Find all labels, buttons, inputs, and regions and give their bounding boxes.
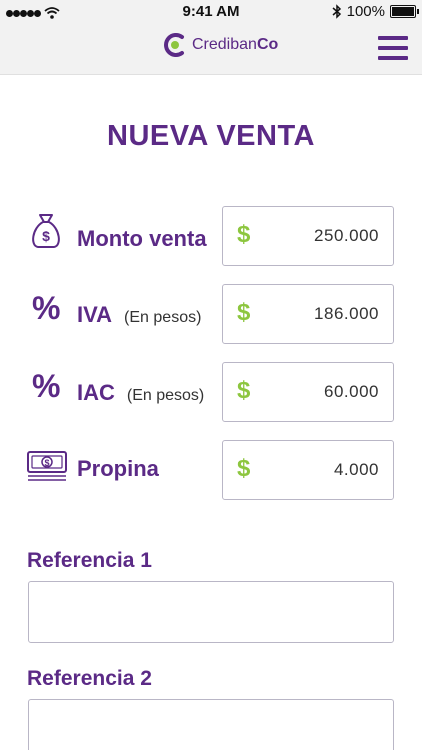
svg-text:$: $ (42, 228, 50, 244)
status-right-group: 100% (332, 3, 419, 20)
referencia-2-label: Referencia 2 (27, 667, 152, 690)
referencia-2-input[interactable] (28, 699, 394, 750)
percent-icon: % (32, 368, 61, 404)
page-title: NUEVA VENTA (107, 120, 315, 152)
propina-value: 4.000 (333, 460, 379, 479)
iva-value: 186.000 (314, 304, 379, 323)
percent-icon: % (32, 290, 61, 326)
dollar-icon: $ (237, 221, 251, 248)
monto-venta-label: Monto venta (77, 226, 207, 251)
monto-venta-value: 250.000 (314, 226, 379, 245)
hamburger-menu-icon[interactable] (378, 36, 408, 62)
referencia-1-label: Referencia 1 (27, 549, 152, 572)
bluetooth-icon (332, 4, 341, 19)
monto-venta-field[interactable]: $ 250.000 (222, 206, 394, 266)
brand-logo-icon (164, 33, 184, 57)
iac-sublabel: (En pesos) (126, 387, 205, 404)
iva-sublabel: (En pesos) (124, 309, 202, 326)
referencia-1-input[interactable] (28, 581, 394, 643)
iac-value: 60.000 (324, 382, 379, 401)
propina-field[interactable]: $ 4.000 (222, 440, 394, 500)
status-bar: 9:41 AM 100% (0, 0, 422, 24)
propina-label: Propina (77, 456, 159, 481)
iac-label: IAC (En pesos) (77, 380, 205, 405)
dollar-icon: $ (237, 455, 251, 482)
battery-percent: 100% (346, 3, 385, 20)
iva-label: IVA (En pesos) (77, 302, 202, 327)
banknote-icon: $ (26, 450, 68, 487)
dollar-icon: $ (237, 299, 251, 326)
svg-text:$: $ (44, 458, 49, 468)
dollar-icon: $ (237, 377, 251, 404)
brand-logo-text: CredibanCo (192, 36, 279, 53)
battery-icon (390, 5, 419, 18)
brand-logo: CredibanCo (162, 32, 278, 58)
iva-field[interactable]: $ 186.000 (222, 284, 394, 344)
money-bag-icon: $ (28, 212, 64, 255)
nav-bar: CredibanCo (0, 24, 422, 75)
iac-field[interactable]: $ 60.000 (222, 362, 394, 422)
